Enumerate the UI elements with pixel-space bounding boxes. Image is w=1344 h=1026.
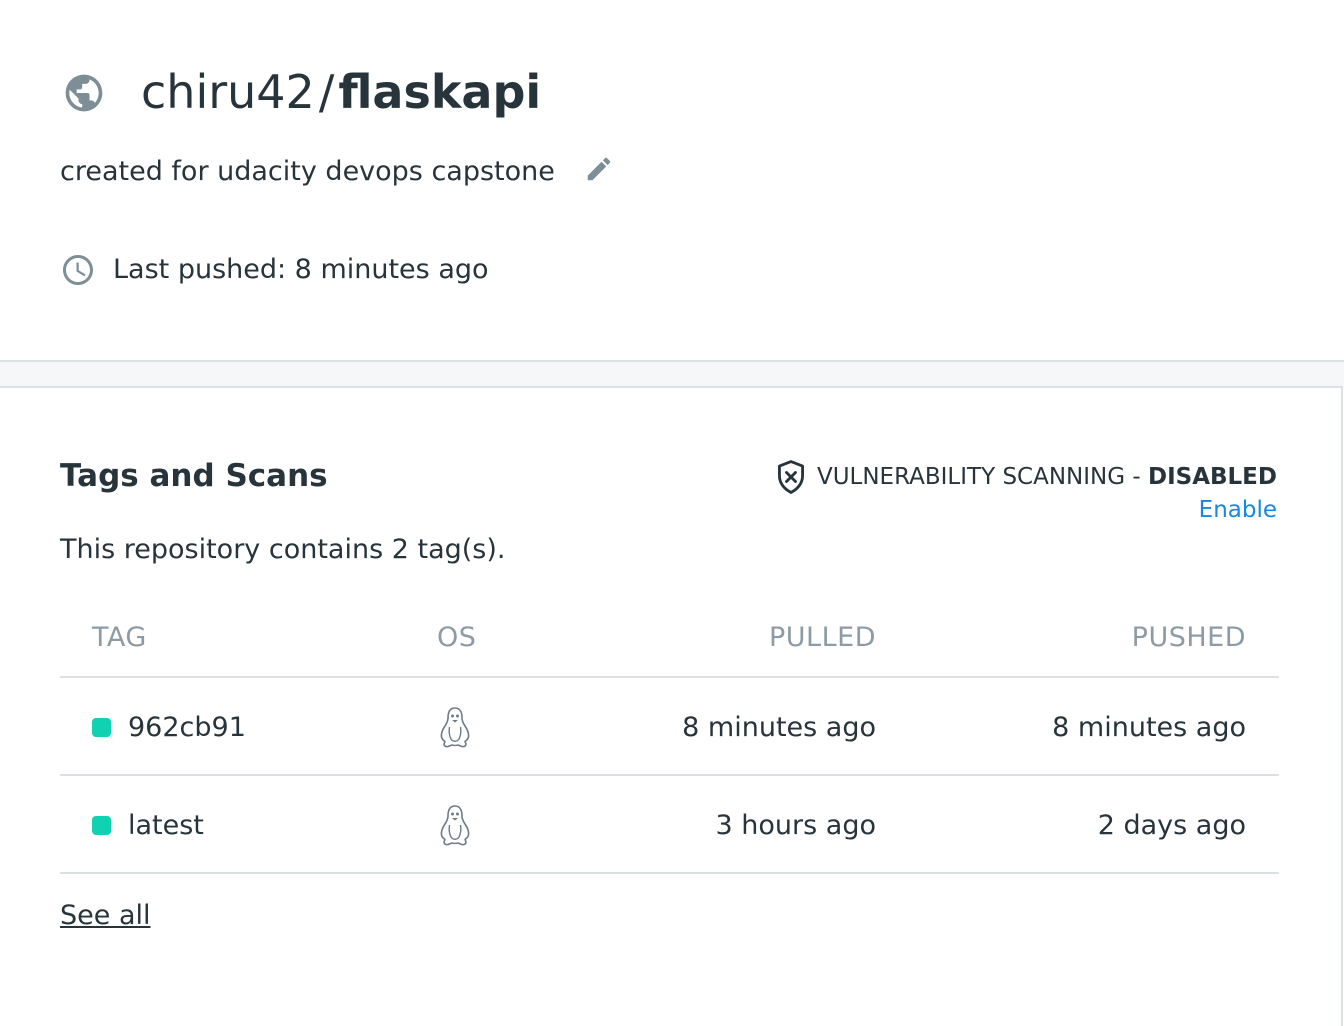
status-dot [92,718,111,737]
pushed-time: 2 days ago [1097,810,1246,841]
vulnerability-status: DISABLED [1147,464,1277,490]
column-header-tag: TAG [92,622,147,653]
tags-section-title: Tags and Scans [60,458,328,494]
enable-scanning-link[interactable]: Enable [1199,494,1277,526]
section-divider [0,360,1344,388]
linux-icon [440,707,470,748]
repo-title: chiru42/flaskapi [141,60,541,124]
linux-icon [440,805,470,846]
tags-table: TAG OS PULLED PUSHED 962cb91 8 minutes a… [60,598,1279,874]
pencil-edit-icon[interactable] [584,154,614,184]
column-header-pushed: PUSHED [1131,622,1246,653]
tag-name-link[interactable]: 962cb91 [128,708,246,748]
table-header: TAG OS PULLED PUSHED [60,598,1279,678]
vulnerability-label: VULNERABILITY SCANNING - [816,464,1148,490]
pushed-time: 8 minutes ago [1052,712,1246,743]
vulnerability-scanning-status: VULNERABILITY SCANNING - DISABLED [775,458,1277,496]
table-row: 962cb91 8 minutes ago 8 minutes ago [60,678,1279,776]
repo-title-separator: / [318,65,335,119]
pulled-time: 8 minutes ago [682,712,876,743]
table-row: latest 3 hours ago 2 days ago [60,776,1279,874]
repo-description: created for udacity devops capstone [60,156,555,187]
status-dot [92,816,111,835]
globe-icon [65,74,103,112]
repo-namespace[interactable]: chiru42 [141,65,315,119]
tag-name-link[interactable]: latest [128,806,204,846]
last-pushed-text: Last pushed: 8 minutes ago [113,254,489,285]
repo-header: chiru42/flaskapi created for udacity dev… [0,0,1344,360]
shield-x-icon [777,460,804,494]
column-header-os: OS [437,622,477,653]
pulled-time: 3 hours ago [715,810,876,841]
column-header-pulled: PULLED [769,622,876,653]
tags-summary: This repository contains 2 tag(s). [60,534,506,565]
repo-name: flaskapi [338,65,542,119]
clock-icon [63,255,93,285]
see-all-link[interactable]: See all [60,896,151,936]
